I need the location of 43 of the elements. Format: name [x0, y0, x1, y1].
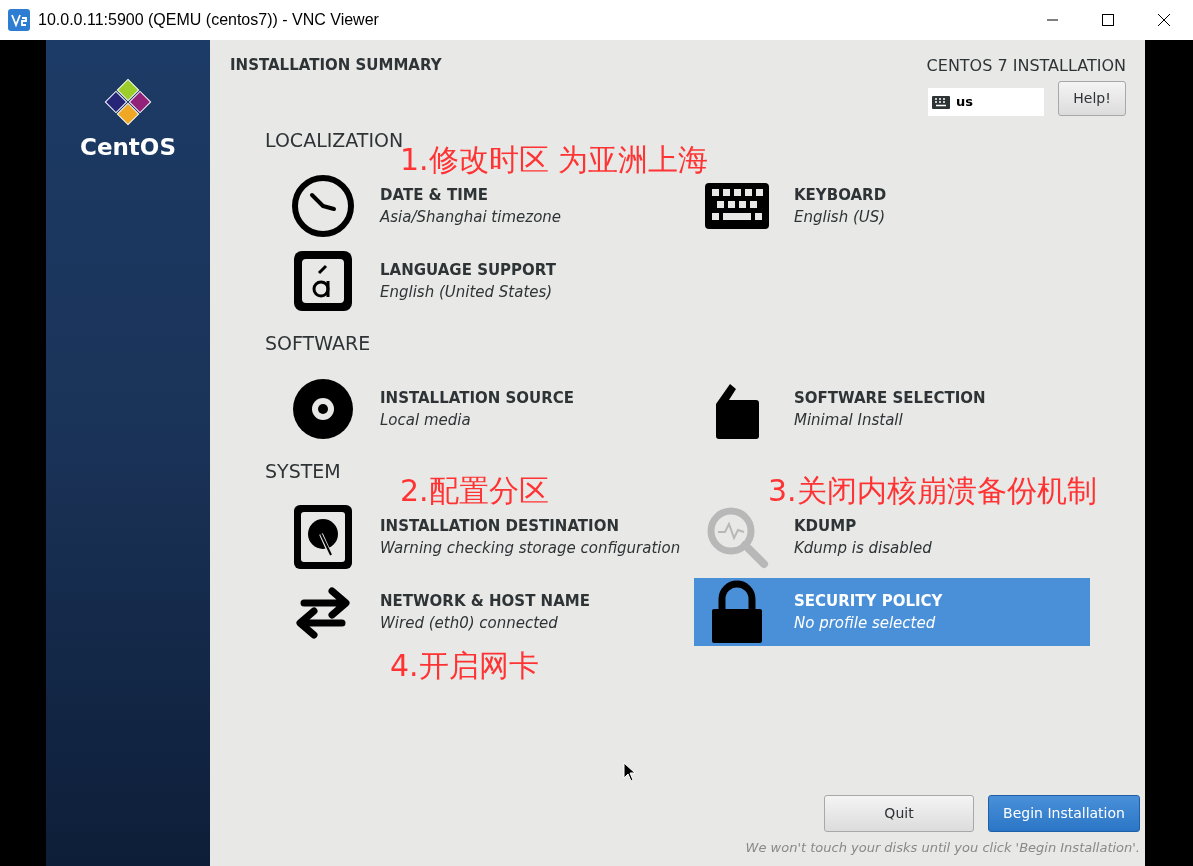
section-heading: SYSTEM: [265, 459, 342, 483]
page-title: INSTALLATION SUMMARY: [230, 55, 442, 76]
annotation-text: 3.关闭内核崩溃备份机制: [768, 473, 1097, 509]
spoke-item[interactable]: INSTALLATION SOURCE Local media: [280, 375, 676, 443]
spoke-title: KEYBOARD: [794, 185, 887, 206]
spoke-title: INSTALLATION SOURCE: [380, 388, 575, 409]
spoke-status: Minimal Install: [794, 410, 904, 431]
keyboard-layout-indicator[interactable]: us: [928, 88, 1044, 116]
clock-icon: [290, 173, 356, 239]
spoke-title: KDUMP: [794, 516, 858, 537]
spoke-status: No profile selected: [794, 613, 937, 634]
help-button[interactable]: Help!: [1058, 81, 1126, 116]
begin-installation-button[interactable]: Begin Installation: [988, 794, 1140, 832]
spoke-item[interactable]: LANGUAGE SUPPORT English (United States): [280, 247, 676, 315]
logo-icon: [104, 78, 152, 126]
logo-text: CentOS: [80, 133, 176, 162]
footer-note: We won't touch your disks until you click 'Begin Installation'.: [745, 838, 1140, 857]
spoke-title: SECURITY POLICY: [794, 591, 943, 612]
window-title: 10.0.0.11:5900 (QEMU (centos7)) - VNC Viewer: [38, 10, 379, 30]
app-logo-icon: [8, 9, 30, 31]
spoke-status: Kdump is disabled: [794, 538, 932, 559]
spoke-title: LANGUAGE SUPPORT: [380, 260, 556, 281]
spoke-status: Asia/Shanghai timezone: [380, 207, 562, 228]
spoke-title: NETWORK & HOST NAME: [380, 591, 590, 612]
annotation-text: 4.开启网卡: [390, 648, 539, 684]
product-title: CENTOS 7 INSTALLATION: [926, 55, 1126, 77]
keyboard-icon: [932, 95, 950, 109]
section-heading: LOCALIZATION: [265, 128, 404, 151]
spoke-status: English (US): [794, 207, 887, 228]
spoke-status: Wired (eth0) connected: [380, 613, 559, 634]
spoke-title: DATE & TIME: [380, 185, 489, 206]
spoke-status: Local media: [380, 410, 472, 431]
spoke-status: Warning checking storage configuration: [380, 538, 681, 559]
spoke-status: English (United States): [380, 282, 554, 303]
annotation-text: 2.配置分区: [400, 473, 549, 509]
section-heading: SOFTWARE: [265, 331, 372, 355]
spoke-title: SOFTWARE SELECTION: [794, 388, 986, 409]
disc-icon: [290, 376, 356, 442]
spoke-title: INSTALLATION DESTINATION: [380, 516, 620, 537]
spoke-item[interactable]: SOFTWARE SELECTION Minimal Install: [694, 375, 1090, 443]
quit-button[interactable]: Quit: [824, 794, 974, 832]
mouse-cursor-icon: [623, 762, 636, 782]
spoke-item[interactable]: NETWORK & HOST NAME Wired (eth0) connected: [280, 578, 676, 646]
